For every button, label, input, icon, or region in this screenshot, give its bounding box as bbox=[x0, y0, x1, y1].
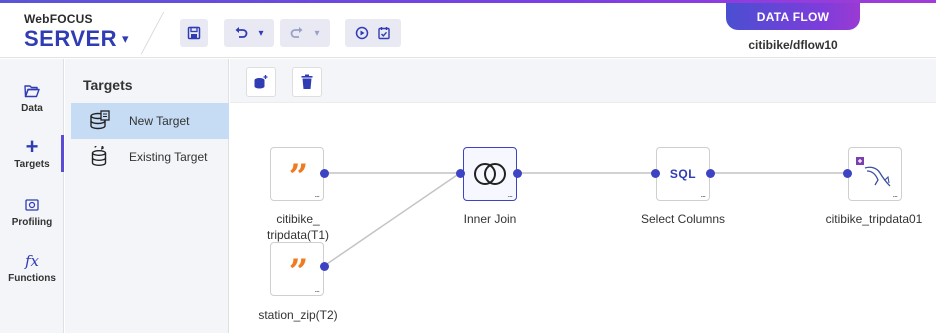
save-button[interactable] bbox=[180, 19, 208, 47]
source-label-t2: station_zip(T2) bbox=[258, 308, 338, 322]
rail-active-indicator bbox=[61, 135, 64, 172]
rail-label-targets: Targets bbox=[14, 159, 50, 170]
node-menu-icon[interactable]: ... bbox=[314, 284, 319, 294]
output-port[interactable] bbox=[320, 169, 329, 178]
rail-item-data[interactable]: Data bbox=[0, 81, 64, 114]
source-label-t1: citibike_ tripdata(T1) bbox=[266, 212, 330, 242]
folder-open-icon bbox=[24, 85, 40, 98]
panel-item-label: New Target bbox=[129, 114, 190, 128]
join-label: Inner Join bbox=[463, 212, 517, 226]
plus-icon: + bbox=[25, 134, 39, 159]
node-menu-icon[interactable]: ... bbox=[700, 189, 705, 199]
targets-panel: Targets New Target Existing Target bbox=[65, 59, 229, 333]
redo-dropdown-icon[interactable]: ▾ bbox=[314, 28, 319, 39]
panel-item-label: Existing Target bbox=[129, 150, 208, 164]
input-port[interactable] bbox=[651, 169, 660, 178]
rail-item-functions[interactable]: fx Functions bbox=[0, 251, 64, 284]
existing-target-database-icon bbox=[91, 146, 107, 166]
join-node[interactable]: ... bbox=[463, 147, 517, 201]
rail-label-functions: Functions bbox=[8, 273, 56, 284]
panel-item-new-target[interactable]: New Target bbox=[71, 103, 229, 139]
left-rail: Data + Targets Profiling fx Functions bbox=[0, 59, 64, 333]
delete-button[interactable] bbox=[292, 67, 322, 97]
panel-item-existing-target[interactable]: Existing Target bbox=[71, 139, 229, 175]
input-port[interactable] bbox=[456, 169, 465, 178]
panel-title: Targets bbox=[83, 77, 133, 93]
target-node[interactable]: ... bbox=[848, 147, 902, 201]
add-object-button[interactable] bbox=[246, 67, 276, 97]
add-database-icon bbox=[254, 75, 268, 89]
rail-label-data: Data bbox=[21, 103, 43, 114]
select-columns-label: Select Columns bbox=[640, 212, 726, 226]
chevron-down-icon[interactable]: ▾ bbox=[122, 31, 129, 47]
run-icon[interactable] bbox=[355, 26, 369, 40]
new-target-database-icon bbox=[90, 110, 110, 130]
node-menu-icon[interactable]: ... bbox=[314, 189, 319, 199]
node-menu-icon[interactable]: ... bbox=[507, 189, 512, 199]
rail-item-profiling[interactable]: Profiling bbox=[0, 195, 64, 228]
rail-item-targets[interactable]: + Targets bbox=[0, 134, 64, 170]
schedule-icon[interactable] bbox=[377, 26, 391, 40]
target-label: citibike_tripdata01 bbox=[825, 212, 923, 226]
source-quote-icon: ” bbox=[288, 157, 308, 197]
save-icon bbox=[187, 26, 201, 40]
profiling-icon bbox=[25, 199, 39, 211]
undo-button[interactable]: ▾ bbox=[224, 19, 274, 47]
source-quote-icon: ” bbox=[288, 252, 308, 292]
flow-name: citibike/dflow10 bbox=[748, 38, 838, 52]
redo-icon bbox=[291, 27, 303, 38]
sql-icon: SQL bbox=[669, 167, 697, 181]
output-port[interactable] bbox=[513, 169, 522, 178]
undo-dropdown-icon[interactable]: ▾ bbox=[258, 28, 263, 39]
canvas-toolbar bbox=[230, 59, 936, 103]
source-node-t1[interactable]: ” ... bbox=[270, 147, 324, 201]
output-port[interactable] bbox=[706, 169, 715, 178]
input-port[interactable] bbox=[843, 169, 852, 178]
undo-icon bbox=[235, 27, 248, 38]
rail-label-profiling: Profiling bbox=[11, 217, 53, 228]
mysql-dolphin-icon bbox=[856, 157, 891, 187]
function-fx-icon: fx bbox=[24, 252, 39, 270]
header-divider bbox=[140, 12, 165, 54]
run-tools-group bbox=[345, 19, 401, 47]
data-flow-badge: DATA FLOW bbox=[726, 3, 860, 30]
brand-name-small: WebFOCUS bbox=[24, 12, 93, 26]
node-menu-icon[interactable]: ... bbox=[892, 189, 897, 199]
inner-join-icon bbox=[474, 163, 506, 185]
select-columns-node[interactable]: SQL ... bbox=[656, 147, 710, 201]
top-bar: WebFOCUS SERVER ▾ ▾ ▾ DATA FLOW citibike… bbox=[0, 0, 936, 58]
redo-button[interactable]: ▾ bbox=[280, 19, 330, 47]
server-selector[interactable]: SERVER bbox=[24, 26, 117, 52]
output-port[interactable] bbox=[320, 262, 329, 271]
trash-icon bbox=[301, 74, 313, 89]
source-node-t2[interactable]: ” ... bbox=[270, 242, 324, 296]
